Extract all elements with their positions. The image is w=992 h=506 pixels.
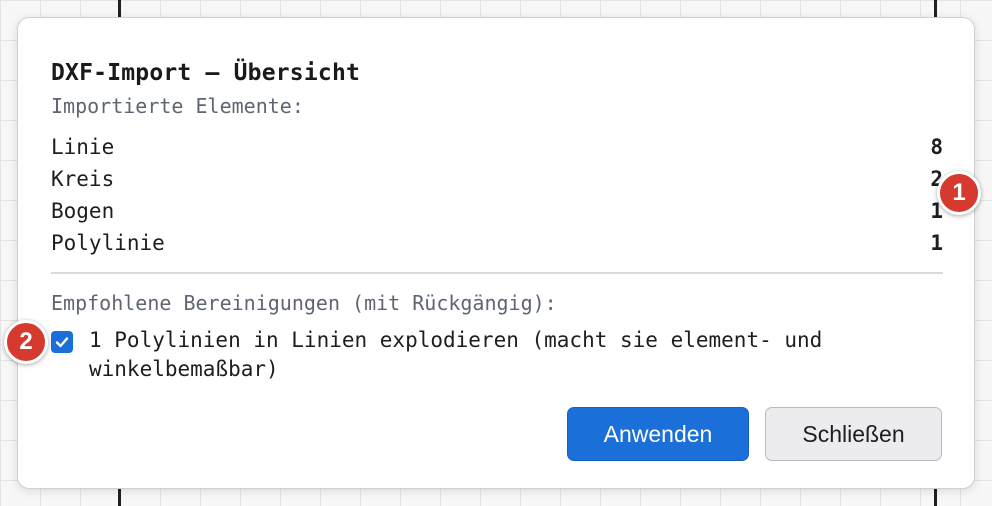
dxf-import-dialog: DXF-Import — Übersicht Importierte Eleme… xyxy=(17,17,975,489)
list-item: Bogen 1 xyxy=(51,195,943,227)
annotation-badge-2: 2 xyxy=(4,320,48,364)
explode-polylines-checkbox[interactable] xyxy=(51,331,73,353)
element-name: Linie xyxy=(51,135,115,159)
element-name: Kreis xyxy=(51,167,115,191)
element-name: Polylinie xyxy=(51,231,165,255)
close-button[interactable]: Schließen xyxy=(765,407,942,461)
explode-polylines-label[interactable]: 1 Polylinien in Linien explodieren (mach… xyxy=(89,326,943,384)
imported-elements-label: Importierte Elemente: xyxy=(51,94,304,118)
imported-elements-list: Linie 8 Kreis 2 Bogen 1 Polylinie 1 xyxy=(51,131,943,259)
section-divider xyxy=(51,272,943,274)
element-count: 8 xyxy=(930,135,943,159)
list-item: Polylinie 1 xyxy=(51,227,943,259)
cleanup-label: Empfohlene Bereinigungen (mit Rückgängig… xyxy=(51,291,557,315)
annotation-badge-1: 1 xyxy=(937,171,981,215)
checkmark-icon xyxy=(55,337,69,348)
element-count: 1 xyxy=(930,231,943,255)
element-name: Bogen xyxy=(51,199,115,223)
list-item: Kreis 2 xyxy=(51,163,943,195)
dialog-title: DXF-Import — Übersicht xyxy=(51,60,361,86)
explode-polylines-option[interactable]: 1 Polylinien in Linien explodieren (mach… xyxy=(51,326,943,384)
apply-button[interactable]: Anwenden xyxy=(567,407,749,461)
list-item: Linie 8 xyxy=(51,131,943,163)
